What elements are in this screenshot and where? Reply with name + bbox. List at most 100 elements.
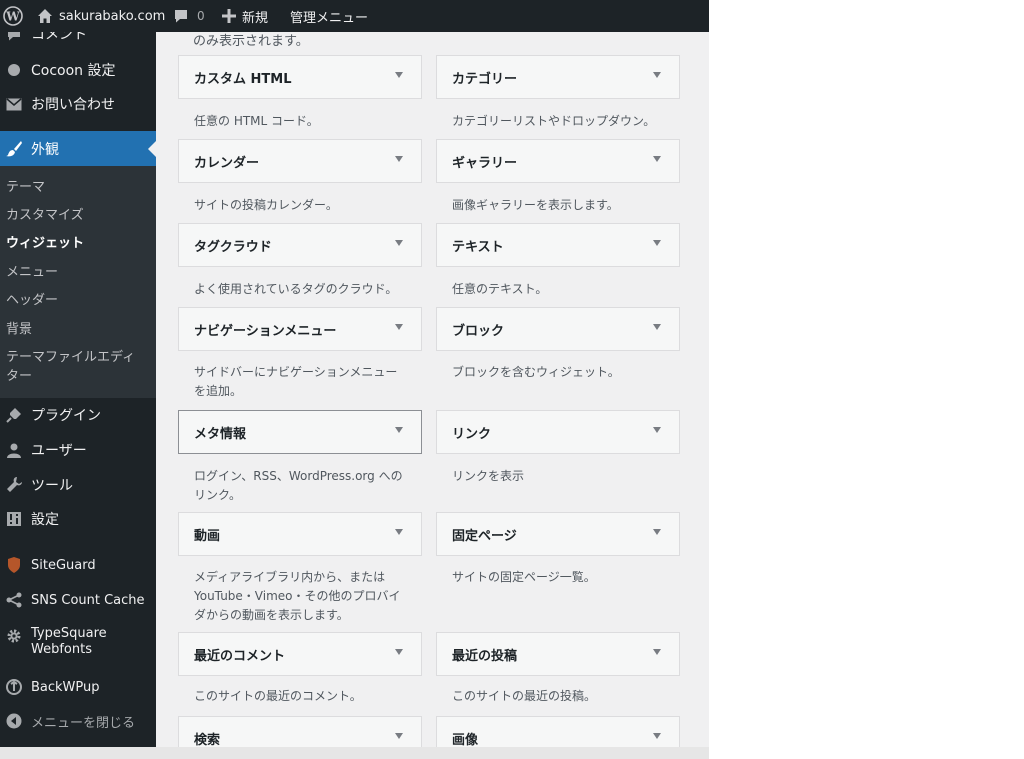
site-name-link[interactable]: sakurabako.com xyxy=(37,0,165,32)
widget-description: ログイン、RSS、WordPress.org へのリンク。 xyxy=(194,469,403,502)
sidebar-item-label: BackWPup xyxy=(31,679,100,695)
caret-down-icon[interactable] xyxy=(395,649,403,655)
wordpress-logo-icon[interactable]: W xyxy=(3,0,23,32)
manage-menu-link[interactable]: 管理メニュー xyxy=(290,0,368,32)
widget-categories[interactable]: カテゴリー xyxy=(436,55,680,99)
widget-description: 任意のテキスト。 xyxy=(452,282,548,296)
caret-down-icon[interactable] xyxy=(395,324,403,330)
widget-calendar[interactable]: カレンダー xyxy=(178,139,422,183)
sidebar-item-cocoon[interactable]: Cocoon 設定 xyxy=(0,58,156,82)
wrench-icon xyxy=(4,475,24,495)
caret-down-icon[interactable] xyxy=(653,649,661,655)
paintbrush-icon xyxy=(4,139,24,159)
caret-down-icon[interactable] xyxy=(395,733,403,739)
sidebar-item-label: 外観 xyxy=(31,141,59,158)
svg-text:W: W xyxy=(5,10,20,24)
caret-down-icon[interactable] xyxy=(395,72,403,78)
submenu-item-theme-editor[interactable]: テーマファイルエディター xyxy=(6,348,146,386)
sidebar-item-sns-count-cache[interactable]: SNS Count Cache xyxy=(0,588,156,612)
widget-title: カレンダー xyxy=(194,155,260,171)
caret-down-icon[interactable] xyxy=(395,427,403,433)
caret-down-icon[interactable] xyxy=(653,427,661,433)
mail-icon xyxy=(4,94,24,114)
browser-viewport: W sakurabako.com 0 新規 管理メニュー コメント Cocoon… xyxy=(0,0,709,759)
admin-bar: W sakurabako.com 0 新規 管理メニュー xyxy=(0,0,709,32)
widget-recent-posts[interactable]: 最近の投稿 xyxy=(436,632,680,676)
widget-title: 最近のコメント xyxy=(194,648,286,664)
appearance-submenu: テーマ カスタマイズ ウィジェット メニュー ヘッダー 背景 テーマファイルエデ… xyxy=(0,166,156,398)
comment-bubble-icon xyxy=(175,10,187,23)
sidebar-item-typesquare[interactable]: TypeSquare Webfonts xyxy=(0,624,156,660)
collapse-arrow-icon xyxy=(4,711,24,731)
widget-navigation-menu[interactable]: ナビゲーションメニュー xyxy=(178,307,422,351)
widget-recent-comments[interactable]: 最近のコメント xyxy=(178,632,422,676)
widget-description: メディアライブラリ内から、または YouTube・Vimeo・その他のプロバイダ… xyxy=(194,570,401,622)
widget-description: リンクを表示 xyxy=(452,469,525,483)
widget-custom-html[interactable]: カスタム HTML xyxy=(178,55,422,99)
caret-down-icon[interactable] xyxy=(653,529,661,535)
sidebar-item-tools[interactable]: ツール xyxy=(0,473,156,497)
widget-description: このサイトの最近の投稿。 xyxy=(452,689,597,703)
submenu-item-widgets[interactable]: ウィジェット xyxy=(6,234,84,253)
widget-title: カスタム HTML xyxy=(194,71,292,87)
comments-link[interactable]: 0 xyxy=(173,0,205,32)
sidebar-item-contact[interactable]: お問い合わせ xyxy=(0,92,156,116)
widget-tag-cloud[interactable]: タグクラウド xyxy=(178,223,422,267)
widget-title: タグクラウド xyxy=(194,239,272,255)
caret-down-icon[interactable] xyxy=(653,240,661,246)
widget-meta[interactable]: メタ情報 xyxy=(178,410,422,454)
widget-block[interactable]: ブロック xyxy=(436,307,680,351)
submenu-item-menus[interactable]: メニュー xyxy=(6,263,58,282)
plug-icon xyxy=(4,405,24,425)
new-content-link[interactable]: 新規 xyxy=(222,0,268,32)
sidebar-item-label: ツール xyxy=(31,478,73,494)
widget-title: テキスト xyxy=(452,239,504,255)
sidebar-item-comments[interactable]: コメント xyxy=(0,32,156,44)
submenu-item-header[interactable]: ヘッダー xyxy=(6,291,58,310)
widget-description: サイトの投稿カレンダー。 xyxy=(194,198,338,212)
caret-down-icon[interactable] xyxy=(653,733,661,739)
user-icon xyxy=(4,440,24,460)
submenu-item-background[interactable]: 背景 xyxy=(6,320,32,339)
caret-down-icon[interactable] xyxy=(395,156,403,162)
widget-title: 検索 xyxy=(194,732,221,748)
caret-down-icon[interactable] xyxy=(395,529,403,535)
submenu-item-themes[interactable]: テーマ xyxy=(6,178,45,197)
widget-title: ナビゲーションメニュー xyxy=(194,323,337,339)
sidebar-item-label: Cocoon 設定 xyxy=(31,63,116,79)
widget-title: 動画 xyxy=(194,528,221,544)
widget-description: このサイトの最近のコメント。 xyxy=(194,689,362,703)
widget-title: 固定ページ xyxy=(452,528,517,544)
sidebar-item-settings[interactable]: 設定 xyxy=(0,507,156,531)
horizontal-scrollbar[interactable] xyxy=(0,747,709,759)
sidebar-item-plugins[interactable]: プラグイン xyxy=(0,403,156,427)
submenu-item-customize[interactable]: カスタマイズ xyxy=(6,206,84,225)
widget-pages[interactable]: 固定ページ xyxy=(436,512,680,556)
caret-down-icon[interactable] xyxy=(653,72,661,78)
sidebar-item-label: 設定 xyxy=(31,512,59,528)
sidebar-item-label: プラグイン xyxy=(31,408,101,424)
comment-bubble-icon xyxy=(4,32,24,44)
sidebar-item-users[interactable]: ユーザー xyxy=(0,438,156,462)
caret-down-icon[interactable] xyxy=(653,324,661,330)
widget-video[interactable]: 動画 xyxy=(178,512,422,556)
widget-gallery[interactable]: ギャラリー xyxy=(436,139,680,183)
widget-description: サイトの固定ページ一覧。 xyxy=(452,570,596,584)
widget-description: 任意の HTML コード。 xyxy=(194,114,319,128)
sidebar-item-label: SNS Count Cache xyxy=(31,592,145,608)
caret-down-icon[interactable] xyxy=(653,156,661,162)
widget-text[interactable]: テキスト xyxy=(436,223,680,267)
sidebar-item-appearance[interactable]: 外観 xyxy=(0,131,156,166)
sidebar-item-label: SiteGuard xyxy=(31,557,96,573)
caret-down-icon[interactable] xyxy=(395,240,403,246)
admin-sidebar: コメント Cocoon 設定 お問い合わせ 外観 テーマ カスタマイズ ウィジェ… xyxy=(0,32,156,759)
plus-icon xyxy=(222,9,236,23)
widget-links[interactable]: リンク xyxy=(436,410,680,454)
sidebar-item-backwpup[interactable]: BackWPup xyxy=(0,675,156,699)
sidebar-item-label: メニューを閉じる xyxy=(31,715,136,731)
collapse-menu-button[interactable]: メニューを閉じる xyxy=(0,709,156,733)
new-label: 新規 xyxy=(242,10,269,26)
widget-title: 画像 xyxy=(452,732,479,748)
sidebar-item-siteguard[interactable]: SiteGuard xyxy=(0,553,156,577)
widget-title: リンク xyxy=(452,426,492,442)
